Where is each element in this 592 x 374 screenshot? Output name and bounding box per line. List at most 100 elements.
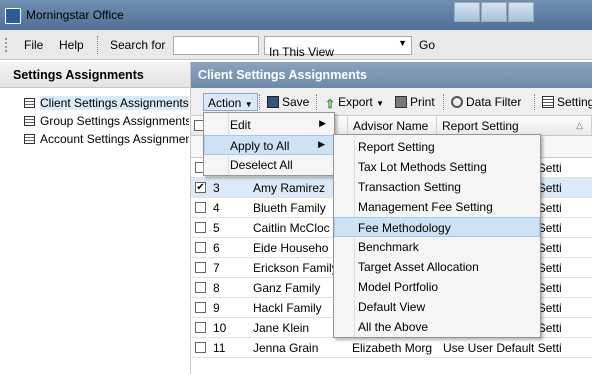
submenu-item-report-setting[interactable]: Report Setting	[334, 137, 540, 157]
report-setting-cell: Use User Default Setti	[443, 341, 562, 355]
client-name-cell: Amy Ramirez	[253, 181, 326, 195]
submenu-item-benchmark[interactable]: Benchmark	[334, 237, 540, 257]
advisor-name-cell: Elizabeth Morg	[352, 341, 433, 355]
settings-icon	[542, 96, 554, 108]
menu-help[interactable]: Help	[59, 38, 84, 52]
submenu-item-model-portfolio[interactable]: Model Portfolio	[334, 277, 540, 297]
row-checkbox[interactable]	[195, 202, 206, 213]
data-filter-label: Data Filter	[466, 95, 522, 109]
row-checkbox[interactable]: ✔	[195, 182, 206, 193]
close-button[interactable]	[508, 2, 534, 22]
left-panel-header: Settings Assignments	[0, 62, 190, 88]
toolbar-grip	[5, 38, 8, 52]
submenu-item-all-the-above[interactable]: All the Above	[334, 317, 540, 337]
table-row[interactable]: 11 Jenna Grain Elizabeth Morg Use User Defa…	[191, 338, 592, 358]
chevron-down-icon: ▼	[244, 100, 253, 109]
client-name-cell: Ganz Family	[253, 281, 321, 295]
menu-bar: File Help Search for In This View ▼ Go	[0, 30, 592, 60]
submenu-item-transaction-setting[interactable]: Transaction Setting	[334, 177, 540, 197]
table-icon	[24, 116, 35, 126]
submenu-arrow-icon: ▶	[319, 118, 326, 128]
menu-item-label: Edit	[230, 118, 251, 132]
settings-button[interactable]: Settings	[538, 93, 592, 111]
client-name-cell: Erickson Family	[253, 261, 338, 275]
submenu-arrow-icon: ▶	[318, 139, 325, 149]
left-panel: Settings Assignments Client Settings Ass…	[0, 62, 191, 374]
export-label: Export	[338, 95, 373, 109]
row-checkbox[interactable]	[195, 222, 206, 233]
submenu-item-management-fee-setting[interactable]: Management Fee Setting	[334, 197, 540, 217]
table-icon	[24, 98, 35, 108]
app-logo-icon	[5, 8, 21, 24]
window-title: Morningstar Office	[26, 8, 124, 22]
magnifier-icon	[451, 96, 463, 108]
separator	[97, 36, 98, 54]
separator	[316, 94, 317, 110]
client-name-cell: Hackl Family	[253, 301, 322, 315]
submenu-item-target-asset-allocation[interactable]: Target Asset Allocation	[334, 257, 540, 277]
export-button[interactable]: ⇧ Export ▼	[321, 93, 388, 111]
client-name-cell: Caitlin McCloc	[253, 221, 330, 235]
print-button[interactable]: Print	[391, 93, 439, 111]
menu-item-deselect-all[interactable]: Deselect All	[204, 155, 334, 175]
save-label: Save	[282, 95, 310, 109]
search-scope-value: In This View	[269, 45, 334, 59]
row-number: 6	[213, 241, 220, 255]
tree-item-label: Account Settings Assignments	[40, 132, 189, 146]
menu-item-label: Apply to All	[230, 139, 290, 153]
client-name-cell: Blueth Family	[253, 201, 326, 215]
row-checkbox[interactable]	[195, 282, 206, 293]
tree-item-client-settings[interactable]: Client Settings Assignments	[24, 94, 189, 112]
row-checkbox[interactable]	[195, 262, 206, 273]
report-column-label: Report Setting	[442, 119, 519, 133]
sort-up-icon: △	[576, 120, 583, 130]
chevron-down-icon: ▼	[398, 38, 407, 48]
search-input[interactable]	[173, 36, 259, 55]
submenu-item-tax-lot-methods-setting[interactable]: Tax Lot Methods Setting	[334, 157, 540, 177]
tree-item-label: Client Settings Assignments	[40, 96, 189, 110]
go-button[interactable]: Go	[419, 38, 435, 52]
tree-item-label: Group Settings Assignments	[40, 114, 189, 128]
minimize-button[interactable]	[454, 2, 480, 22]
client-name-cell: Jane Klein	[253, 321, 310, 335]
row-checkbox[interactable]	[195, 242, 206, 253]
title-bar: Morningstar Office	[0, 0, 592, 30]
tree-item-group-settings[interactable]: Group Settings Assignments	[24, 112, 189, 130]
client-name-cell: Eide Househo	[253, 241, 329, 255]
data-filter-button[interactable]: Data Filter	[447, 93, 525, 111]
apply-to-all-submenu: Report Setting Tax Lot Methods Setting Tra…	[333, 134, 541, 338]
chevron-down-icon: ▼	[376, 99, 385, 108]
printer-icon	[395, 96, 407, 108]
submenu-item-default-view[interactable]: Default View	[334, 297, 540, 317]
separator	[259, 94, 260, 110]
print-label: Print	[410, 95, 435, 109]
table-icon	[24, 134, 35, 144]
separator	[443, 94, 444, 110]
row-number: 7	[213, 261, 220, 275]
menu-item-label: Deselect All	[230, 158, 293, 172]
menu-file[interactable]: File	[24, 38, 43, 52]
report-column-header[interactable]: Report Setting △	[437, 116, 592, 136]
maximize-button[interactable]	[481, 2, 507, 22]
row-number: 11	[213, 341, 226, 355]
row-checkbox[interactable]	[195, 302, 206, 313]
submenu-item-fee-methodology[interactable]: Fee Methodology	[334, 217, 540, 237]
action-menu: Edit ▶ Apply to All ▶ Deselect All	[203, 112, 335, 176]
advisor-column-header[interactable]: Advisor Name	[348, 116, 437, 136]
row-number: 4	[213, 201, 220, 215]
row-checkbox[interactable]	[195, 342, 206, 353]
menu-item-edit[interactable]: Edit ▶	[204, 115, 334, 135]
tree-item-account-settings[interactable]: Account Settings Assignments	[24, 130, 189, 148]
action-label: Action	[208, 96, 242, 110]
row-number: 10	[213, 321, 227, 335]
action-button[interactable]: Action ▼	[203, 93, 258, 111]
search-scope-select[interactable]: In This View ▼	[264, 36, 412, 59]
row-checkbox[interactable]	[195, 322, 206, 333]
export-arrow-icon: ⇧	[325, 97, 336, 111]
row-number: 9	[213, 301, 220, 315]
row-number: 8	[213, 281, 220, 295]
save-button[interactable]: Save	[263, 93, 313, 111]
menu-item-apply-to-all[interactable]: Apply to All ▶	[204, 135, 334, 155]
right-panel-header: Client Settings Assignments	[191, 62, 592, 88]
client-name-cell: Jenna Grain	[253, 341, 319, 355]
